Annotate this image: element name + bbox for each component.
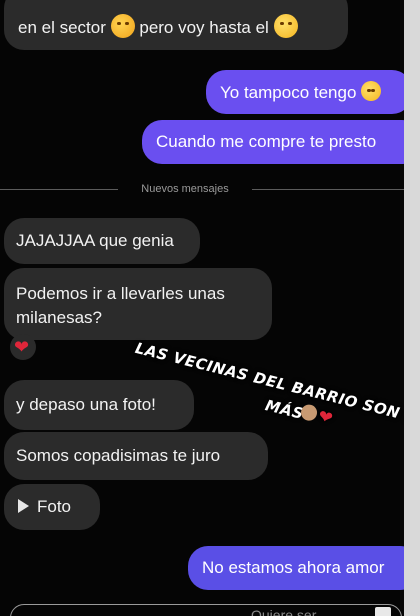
message-text-part: pero voy hasta el	[139, 18, 269, 37]
message-text: Podemos ir a llevarles unas	[16, 284, 225, 303]
partial-text: ____ __ _________ ___ __________ _______	[18, 0, 334, 8]
incoming-message-bubble[interactable]: ____ __ _________ ___ __________ _______…	[4, 0, 348, 50]
outgoing-message-bubble[interactable]: No estamos ahora amor	[188, 546, 404, 590]
red-heart-emoji-icon: ❤	[14, 337, 30, 357]
chat-screen: ____ __ _________ ___ __________ _______…	[0, 0, 404, 616]
clapping-hands-emoji-icon	[299, 402, 319, 423]
new-messages-divider: Nuevos mensajes	[0, 182, 404, 196]
message-text: No estamos ahora amor	[202, 558, 385, 577]
laughing-face-emoji-icon	[361, 81, 382, 101]
composer-placeholder: Quiere ser...	[251, 607, 328, 616]
send-icon[interactable]	[375, 607, 391, 616]
divider-line	[0, 189, 118, 190]
smiling-face-emoji-icon	[273, 14, 298, 38]
photo-message-bubble[interactable]: Foto	[4, 484, 100, 530]
message-text-partial: ____ __ _________ ___ __________ _______	[18, 0, 334, 8]
incoming-message-bubble[interactable]: Podemos ir a llevarles unas milanesas?	[4, 268, 272, 340]
message-text: JAJAJJAA que genia	[16, 231, 174, 250]
divider-line	[252, 189, 404, 190]
story-text-sticker: LAS VECINAS DEL BARRIO SON LO MÁS ❤	[109, 338, 404, 520]
message-text: Yo tampoco tengo	[220, 83, 357, 102]
message-composer[interactable]: Quiere ser...	[10, 604, 402, 616]
heart-reaction[interactable]: ❤	[10, 334, 36, 360]
message-text: Cuando me compre te presto	[156, 132, 377, 151]
message-text: milanesas?	[16, 308, 102, 327]
outgoing-message-bubble[interactable]: Cuando me compre te presto	[142, 120, 404, 164]
photo-label: Foto	[37, 497, 72, 516]
outgoing-message-bubble[interactable]: Yo tampoco tengo	[206, 70, 404, 114]
divider-label: Nuevos mensajes	[141, 183, 229, 195]
red-heart-emoji-icon: ❤	[316, 406, 336, 430]
play-icon	[18, 499, 29, 513]
sticker-text-line: LAS VECINAS DEL BARRIO SON LO	[133, 338, 404, 430]
hugging-face-emoji-icon	[110, 14, 135, 38]
message-text: en el sector pero voy hasta el	[18, 14, 334, 39]
incoming-message-bubble[interactable]: JAJAJJAA que genia	[4, 218, 200, 264]
screenshot-border	[404, 0, 420, 616]
message-text-part: en el sector	[18, 18, 106, 37]
